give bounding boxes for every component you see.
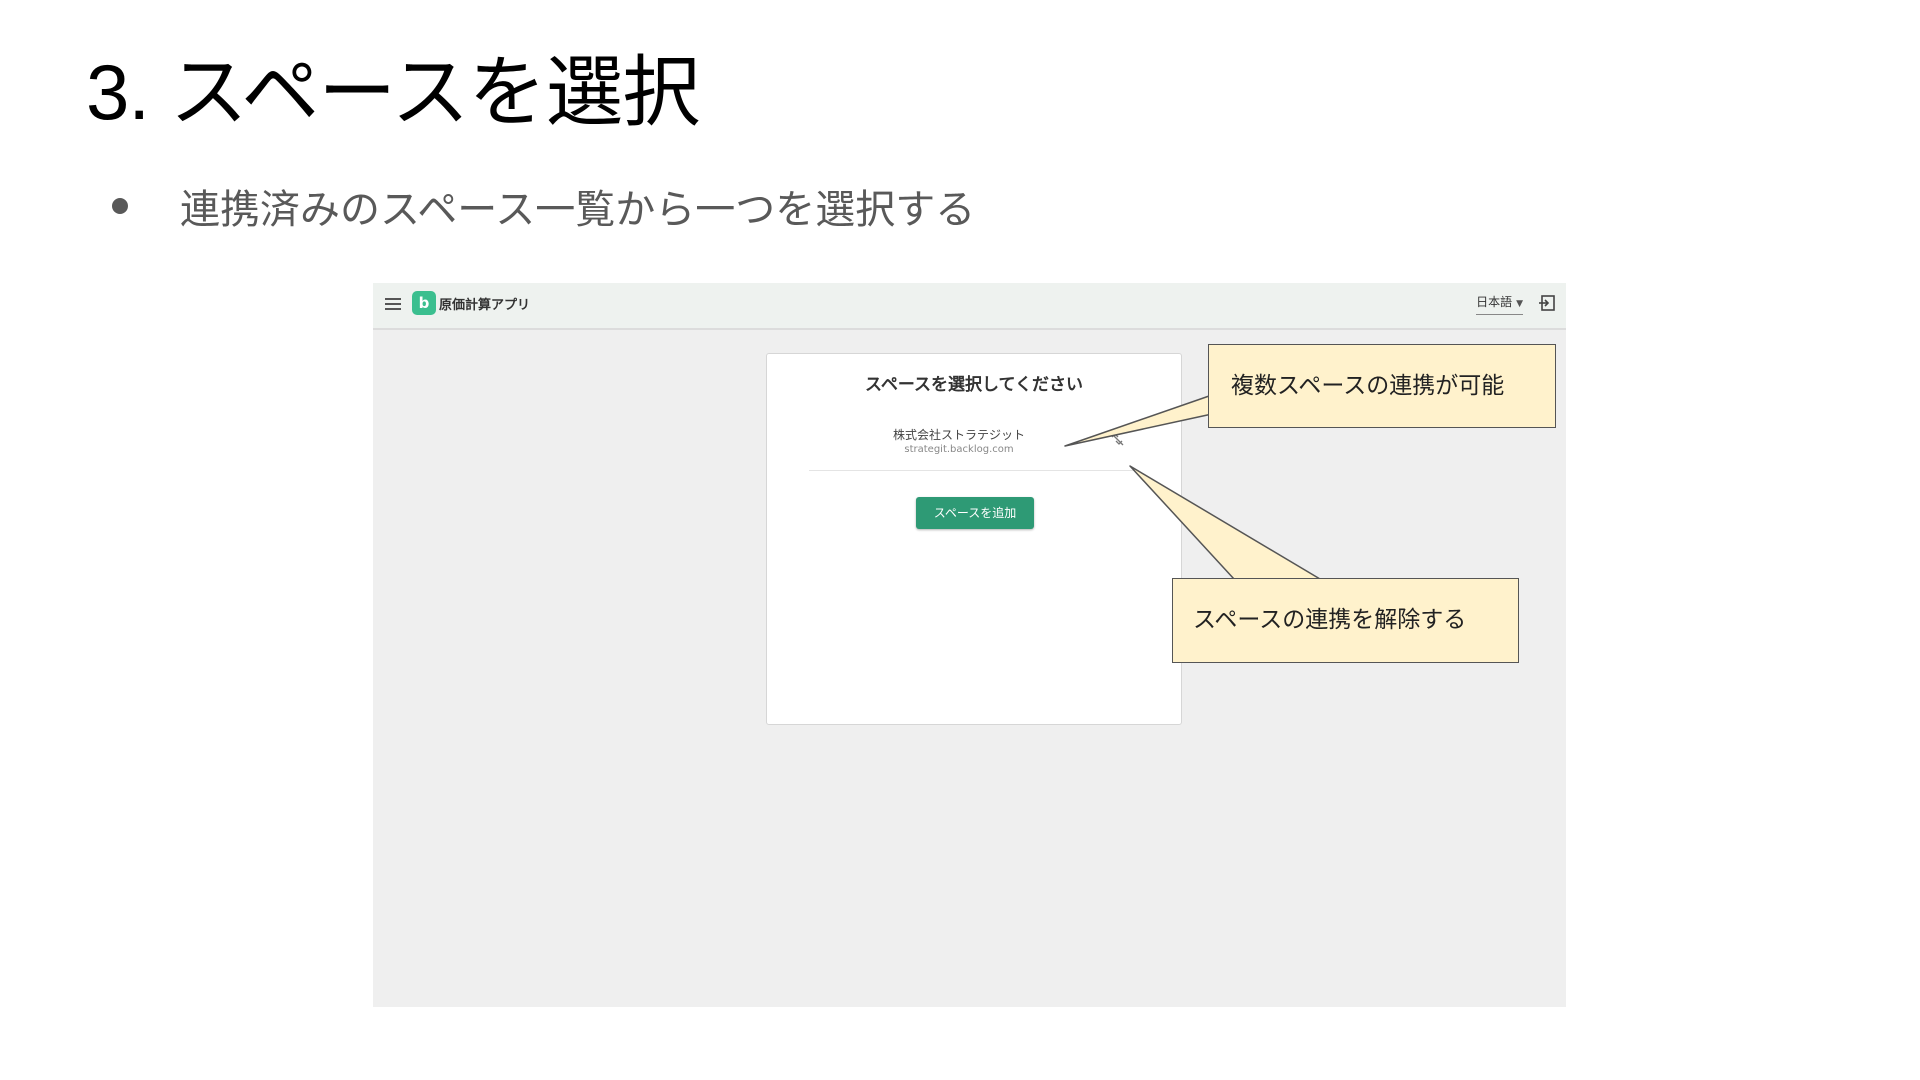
language-select[interactable]: 日本語 ▼ [1476, 293, 1523, 315]
app-logo-icon[interactable]: b [412, 291, 436, 315]
add-space-button[interactable]: スペースを追加 [916, 497, 1034, 529]
menu-icon[interactable] [385, 298, 401, 310]
space-select-card: スペースを選択してください 株式会社ストラテジット strategit.back… [766, 353, 1182, 725]
chevron-down-icon: ▼ [1516, 299, 1523, 309]
callout-unlink: スペースの連携を解除する [1172, 578, 1519, 663]
bullet-item: 連携済みのスペース一覧から一つを選択する [112, 178, 975, 234]
space-url: strategit.backlog.com [904, 444, 1014, 455]
unlink-icon[interactable] [1109, 431, 1125, 447]
slide-title: 3. スペースを選択 [86, 48, 700, 136]
bullet-text: 連携済みのスペース一覧から一つを選択する [180, 187, 976, 233]
callout-multi-space: 複数スペースの連携が可能 [1208, 344, 1556, 428]
bullet-dot-icon [112, 198, 128, 214]
app-name[interactable]: 原価計算アプリ [439, 294, 530, 313]
space-name: 株式会社ストラテジット [892, 428, 1025, 442]
space-list-item[interactable]: 株式会社ストラテジット strategit.backlog.com [809, 424, 1139, 471]
card-title: スペースを選択してください [865, 375, 1083, 395]
language-label: 日本語 [1476, 295, 1513, 309]
app-header: b 原価計算アプリ 日本語 ▼ [373, 283, 1566, 330]
logout-icon[interactable] [1538, 294, 1556, 312]
